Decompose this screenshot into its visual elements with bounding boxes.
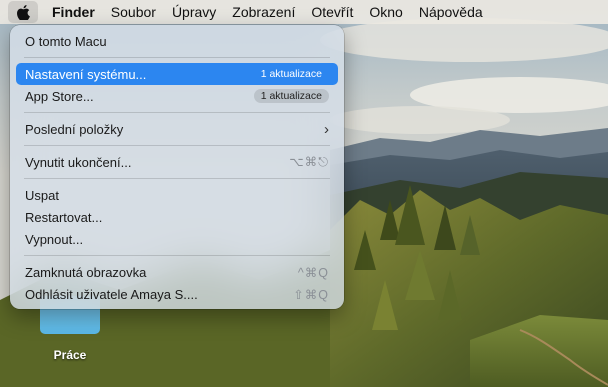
menu-item-logout[interactable]: Odhlásit uživatele Amaya S.... ⇧⌘Q xyxy=(16,283,338,305)
menu-item-app-store[interactable]: App Store... 1 aktualizace xyxy=(16,85,338,107)
menu-item-label: Odhlásit uživatele Amaya S.... xyxy=(25,286,198,302)
menubar-item-edit[interactable]: Úpravy xyxy=(164,0,224,24)
apple-menu-dropdown: O tomto Macu Nastavení systému... 1 aktu… xyxy=(10,25,344,309)
menu-item-label: Vynutit ukončení... xyxy=(25,154,132,170)
shortcut-hint: ⇧⌘Q xyxy=(293,287,329,302)
menu-item-label: Zamknutá obrazovka xyxy=(25,264,147,280)
menu-item-sleep[interactable]: Uspat xyxy=(16,184,338,206)
menu-separator xyxy=(24,57,330,58)
menu-item-label: App Store... xyxy=(25,88,94,104)
menu-bar: Finder Soubor Úpravy Zobrazení Otevřít O… xyxy=(0,0,608,24)
menu-item-system-settings[interactable]: Nastavení systému... 1 aktualizace xyxy=(16,63,338,85)
menu-separator xyxy=(24,255,330,256)
menubar-item-go[interactable]: Otevřít xyxy=(303,0,361,24)
menu-item-recent-items[interactable]: Poslední položky › xyxy=(16,118,338,140)
menu-separator xyxy=(24,112,330,113)
update-badge: 1 aktualizace xyxy=(260,68,322,80)
desktop-screen: Finder Soubor Úpravy Zobrazení Otevřít O… xyxy=(0,0,608,387)
folder-label[interactable]: Práce xyxy=(30,348,110,362)
menu-item-label: Restartovat... xyxy=(25,209,103,225)
menu-item-shutdown[interactable]: Vypnout... xyxy=(16,228,338,250)
shortcut-hint: ⌥⌘⎋ xyxy=(289,155,329,169)
menubar-item-view[interactable]: Zobrazení xyxy=(224,0,303,24)
menubar-item-window[interactable]: Okno xyxy=(361,0,410,24)
menu-separator xyxy=(24,178,330,179)
menu-separator xyxy=(24,145,330,146)
shortcut-hint: ^⌘Q xyxy=(297,265,329,280)
menu-item-label: Uspat xyxy=(25,187,59,203)
menubar-item-file[interactable]: Soubor xyxy=(103,0,164,24)
menu-item-label: Nastavení systému... xyxy=(25,66,147,82)
chevron-right-icon: › xyxy=(324,120,329,138)
menu-item-lock-screen[interactable]: Zamknutá obrazovka ^⌘Q xyxy=(16,261,338,283)
menu-item-force-quit[interactable]: Vynutit ukončení... ⌥⌘⎋ xyxy=(16,151,338,173)
update-badge: 1 aktualizace xyxy=(253,89,329,103)
menubar-app-name[interactable]: Finder xyxy=(44,0,103,24)
menu-item-label: Poslední položky xyxy=(25,121,124,137)
apple-logo-icon xyxy=(16,4,30,20)
menu-item-restart[interactable]: Restartovat... xyxy=(16,206,338,228)
menu-item-about[interactable]: O tomto Macu xyxy=(16,30,338,52)
apple-menu-button[interactable] xyxy=(8,1,38,23)
menu-item-label: O tomto Macu xyxy=(25,33,107,49)
menu-item-label: Vypnout... xyxy=(25,231,84,247)
menubar-item-help[interactable]: Nápověda xyxy=(411,0,491,24)
